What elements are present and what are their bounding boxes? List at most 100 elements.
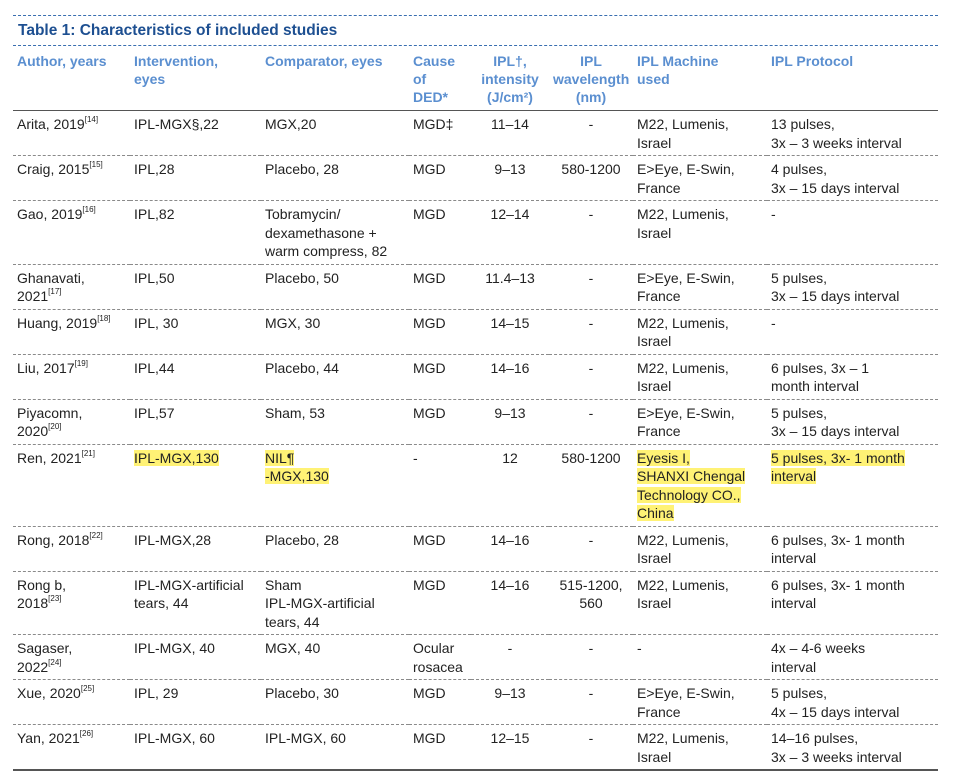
cell-line: 2018[23] — [17, 594, 126, 613]
table-row: Yan, 2021[26] IPL-MGX, 60 IPL-MGX, 60 MGD 12… — [13, 725, 938, 771]
cell-line: - — [637, 639, 763, 658]
cell-line: 3x – 15 days interval — [771, 422, 934, 441]
cell-text: Placebo, 30 — [265, 685, 339, 701]
citation-ref: [23] — [48, 594, 62, 604]
cell-text: Rong, 2018 — [17, 531, 90, 548]
cell-line: - — [553, 314, 629, 333]
cell-comparator: MGX, 40 — [261, 635, 409, 680]
cell-line: Sham, 53 — [265, 404, 405, 423]
cell-intensity: 12–15 — [471, 725, 549, 771]
cell-text: - — [588, 206, 594, 222]
cell-line: Israel — [637, 332, 763, 351]
cell-machine: M22, Lumenis, Israel — [633, 201, 767, 265]
cell-text: Liu, 2017 — [17, 359, 75, 376]
cell-text: Xue, 2020 — [17, 685, 81, 701]
cell-line: 12–14 — [475, 205, 545, 224]
cell-line: Placebo, 44 — [265, 359, 405, 378]
cell-line: Israel — [637, 134, 763, 153]
cell-comparator: IPL-MGX, 60 — [261, 725, 409, 771]
header-line: used — [637, 71, 670, 87]
cell-text: Sham — [265, 576, 302, 593]
cell-line: 580-1200 — [553, 160, 629, 179]
cell-text: 6 pulses, 3x- 1 month — [771, 576, 905, 593]
cell-text: Craig, 2015 — [17, 161, 90, 177]
cell-line: IPL,28 — [134, 160, 257, 179]
cell-line: IPL-MGX-artificial — [265, 594, 405, 613]
cell-line: France — [637, 179, 763, 198]
cell-line: warm compress, 82 — [265, 242, 405, 261]
cell-cause: MGD — [409, 156, 471, 201]
cell-cause: MGD — [409, 201, 471, 265]
cell-author: Gao, 2019[16] — [13, 201, 130, 265]
cell-line: 2021[17] — [17, 287, 126, 306]
cell-line: Arita, 2019[14] — [17, 115, 126, 134]
cell-wavelength: - — [549, 725, 633, 771]
cell-text: Placebo, 28 — [265, 161, 339, 177]
cell-text: IPL-MGX,130 — [134, 449, 219, 466]
cell-line: 4x – 15 days interval — [771, 703, 934, 722]
cell-line: IPL, 29 — [134, 684, 257, 703]
cell-line: 4 pulses, — [771, 160, 934, 179]
cell-line: Xue, 2020[25] — [17, 684, 126, 703]
cell-text: Gao, 2019 — [17, 206, 83, 222]
cell-line: MGD — [413, 404, 467, 423]
cell-line: 3x – 15 days interval — [771, 287, 934, 306]
cell-intervention: IPL,82 — [130, 201, 261, 265]
cell-author: Huang, 2019[18] — [13, 309, 130, 354]
cell-line: MGD — [413, 684, 467, 703]
citation-ref: [20] — [48, 422, 62, 432]
cell-machine: M22, Lumenis, Israel — [633, 309, 767, 354]
cell-line: - — [475, 639, 545, 658]
cell-text: Sagaser, — [17, 640, 73, 656]
cell-protocol: 14–16 pulses, 3x – 3 weeks interval — [767, 725, 938, 771]
cell-text: dexamethasone + — [265, 224, 377, 241]
cell-text: - — [588, 116, 594, 132]
cell-line: month interval — [771, 377, 934, 396]
cell-line: IPL,50 — [134, 269, 257, 288]
cell-line: - — [553, 639, 629, 658]
cell-line: IPL-MGX, 60 — [134, 729, 257, 748]
cell-intervention: IPL-MGX,130 — [130, 444, 261, 526]
cell-author: Piyacomn, 2020[20] — [13, 399, 130, 444]
cell-line: M22, Lumenis, — [637, 359, 763, 378]
cell-text: Tobramycin/ — [265, 206, 341, 222]
cell-intervention: IPL,28 — [130, 156, 261, 201]
cell-line: 14–15 — [475, 314, 545, 333]
cell-machine: E>Eye, E-Swin, France — [633, 264, 767, 309]
cell-line: tears, 44 — [265, 613, 405, 632]
cell-line: Rong b, — [17, 576, 126, 595]
cell-intervention: IPL, 30 — [130, 309, 261, 354]
cell-text: - — [507, 640, 513, 656]
cell-text: 5 pulses, — [771, 685, 828, 701]
cell-author: Xue, 2020[25] — [13, 680, 130, 725]
cell-line: E>Eye, E-Swin, — [637, 684, 763, 703]
cell-wavelength: 580-1200 — [549, 156, 633, 201]
cell-wavelength: - — [549, 635, 633, 680]
cell-line: MGX, 30 — [265, 314, 405, 333]
cell-text: interval — [771, 550, 817, 566]
cell-text: MGD — [413, 576, 446, 593]
cell-line: 5 pulses, 3x- 1 month — [771, 449, 934, 468]
header-author: Author, years — [13, 46, 130, 111]
cell-line: Placebo, 30 — [265, 684, 405, 703]
citation-ref: [22] — [89, 530, 103, 540]
cell-text: 9–13 — [494, 161, 526, 177]
cell-wavelength: - — [549, 111, 633, 156]
header-line: intensity — [481, 71, 539, 87]
cell-text: Placebo, 28 — [265, 531, 339, 548]
cell-line: M22, Lumenis, — [637, 576, 763, 595]
citation-ref: [17] — [48, 287, 62, 297]
cell-line: - — [553, 359, 629, 378]
cell-text: interval — [771, 468, 817, 484]
cell-text: 2022 — [17, 658, 49, 675]
cell-protocol: 6 pulses, 3x- 1 month interval — [767, 526, 938, 571]
header-protocol: IPL Protocol — [767, 46, 938, 111]
cell-comparator: Placebo, 50 — [261, 264, 409, 309]
cell-cause: MGD — [409, 725, 471, 771]
cell-line: Ren, 2021[21] — [17, 449, 126, 468]
cell-line: China — [637, 504, 763, 523]
cell-comparator: Sham, 53 — [261, 399, 409, 444]
cell-wavelength: - — [549, 201, 633, 265]
header-line: Intervention, — [134, 53, 219, 69]
header-line: IPL Protocol — [771, 53, 854, 69]
